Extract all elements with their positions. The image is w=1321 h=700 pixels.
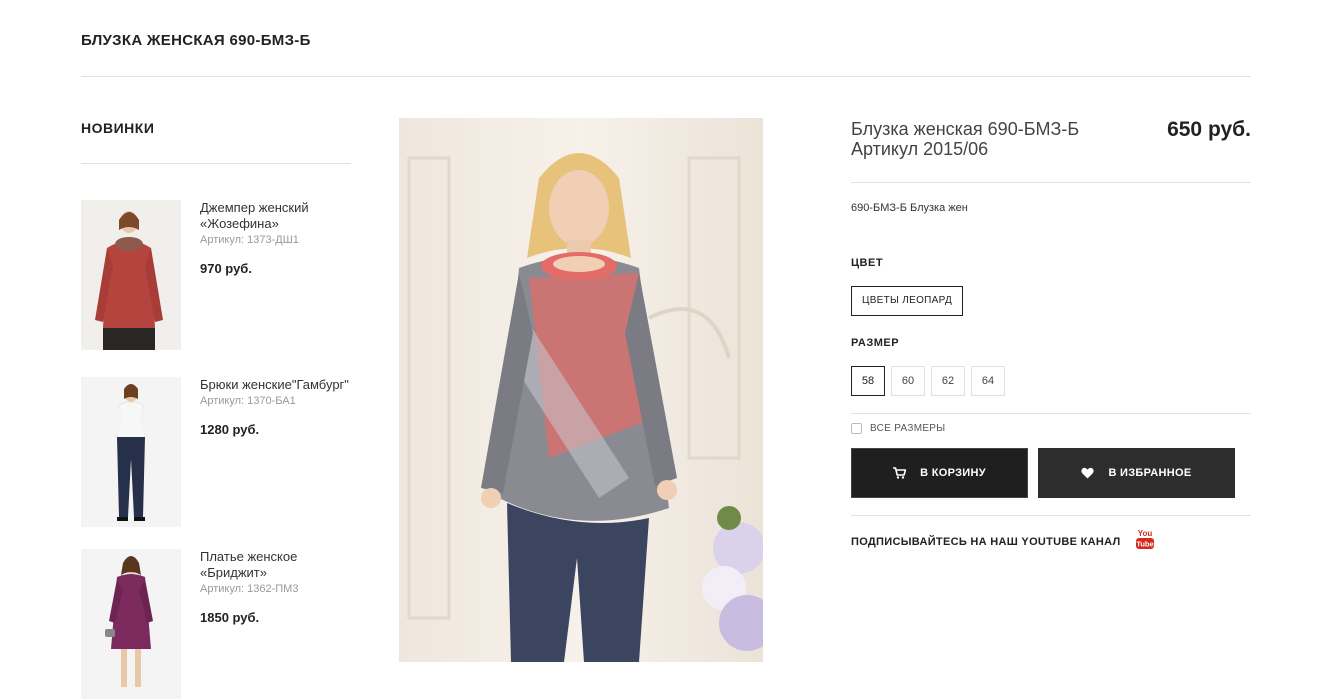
color-option[interactable]: ЦВЕТЫ ЛЕОПАРД: [851, 286, 964, 316]
all-sizes-checkbox[interactable]: [851, 423, 862, 434]
header-divider: [81, 76, 1251, 77]
add-to-favorites-label: В ИЗБРАННОЕ: [1108, 467, 1192, 479]
sidebar-product-price: 1850 руб.: [200, 610, 260, 625]
svg-text:Tube: Tube: [1136, 540, 1153, 549]
all-sizes-label: ВСЕ РАЗМЕРЫ: [870, 423, 946, 434]
youtube-icon[interactable]: You Tube: [1135, 528, 1155, 555]
sidebar-product-0[interactable]: Джемпер женский «Жозефина» Артикул: 1373…: [81, 200, 351, 350]
product-divider: [851, 182, 1251, 183]
sidebar-product-sku: Артикул: 1362-ПМ3: [200, 583, 299, 595]
product-thumbnail[interactable]: [81, 549, 181, 699]
color-label: ЦВЕТ: [851, 257, 884, 269]
add-to-favorites-button[interactable]: В ИЗБРАННОЕ: [1038, 448, 1235, 498]
sidebar-product-price: 1280 руб.: [200, 422, 260, 437]
sidebar-divider: [81, 163, 351, 164]
cart-icon: [893, 467, 907, 479]
youtube-subscribe-link[interactable]: ПОДПИСЫВАЙТЕСЬ НА НАШ YOUTUBE КАНАЛ You …: [851, 528, 1155, 555]
sidebar-product-price: 970 руб.: [200, 261, 252, 276]
sidebar-product-name[interactable]: Платье женское «Бриджит»: [200, 549, 350, 581]
sidebar-product-name[interactable]: Брюки женские"Гамбург": [200, 377, 350, 393]
size-option-58[interactable]: 58: [851, 366, 885, 396]
product-thumbnail[interactable]: [81, 377, 181, 527]
sidebar-product-2[interactable]: Платье женское «Бриджит» Артикул: 1362-П…: [81, 549, 351, 699]
heart-icon: [1081, 467, 1095, 479]
add-to-cart-label: В КОРЗИНУ: [920, 467, 986, 479]
all-sizes-toggle[interactable]: ВСЕ РАЗМЕРЫ: [851, 423, 945, 434]
actions-divider: [851, 515, 1251, 516]
product-price: 650 руб.: [1167, 118, 1251, 141]
sidebar-product-sku: Артикул: 1370-БА1: [200, 395, 296, 407]
size-label: РАЗМЕР: [851, 337, 900, 349]
page-title: БЛУЗКА ЖЕНСКАЯ 690-БМЗ-Б: [81, 32, 311, 49]
size-option-64[interactable]: 64: [971, 366, 1005, 396]
youtube-subscribe-text: ПОДПИСЫВАЙТЕСЬ НА НАШ YOUTUBE КАНАЛ: [851, 535, 1121, 548]
sidebar-product-name[interactable]: Джемпер женский «Жозефина»: [200, 200, 350, 232]
product-main-image[interactable]: [399, 118, 763, 662]
sidebar-product-1[interactable]: Брюки женские"Гамбург" Артикул: 1370-БА1…: [81, 377, 351, 527]
size-options: 58 60 62 64: [851, 366, 1005, 396]
size-option-62[interactable]: 62: [931, 366, 965, 396]
product-description: 690-БМЗ-Б Блузка жен: [851, 202, 968, 214]
size-divider: [851, 413, 1251, 414]
sidebar-product-sku: Артикул: 1373-ДШ1: [200, 234, 299, 246]
product-title: Блузка женская 690-БМЗ-Б Артикул 2015/06: [851, 119, 1080, 159]
size-option-60[interactable]: 60: [891, 366, 925, 396]
sidebar-title: НОВИНКИ: [81, 120, 155, 136]
svg-text:You: You: [1137, 529, 1152, 538]
add-to-cart-button[interactable]: В КОРЗИНУ: [851, 448, 1028, 498]
product-thumbnail[interactable]: [81, 200, 181, 350]
